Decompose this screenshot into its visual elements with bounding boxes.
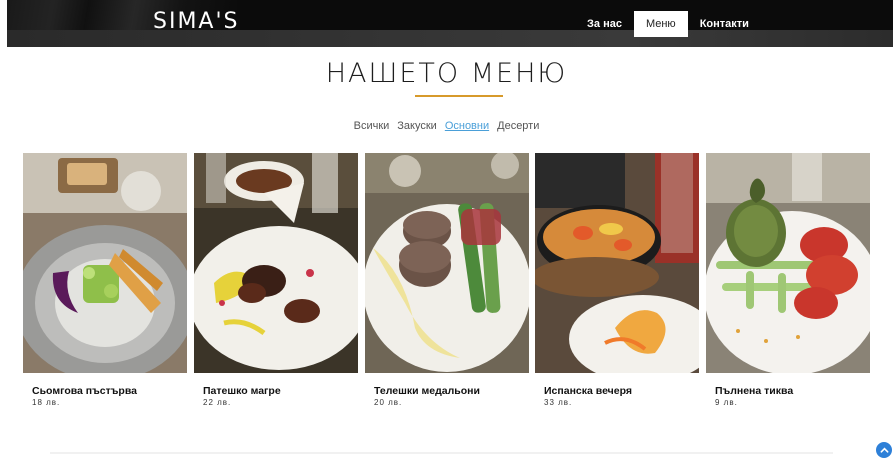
dish-photo[interactable] xyxy=(365,153,529,373)
nav-item-contacts[interactable]: Контакти xyxy=(688,11,761,37)
dish-card[interactable]: Патешко магре 22 лв. xyxy=(194,153,358,407)
brand-logo[interactable]: SIMA'S xyxy=(153,9,240,34)
dish-photo[interactable] xyxy=(706,153,870,373)
dish-name: Телешки медальони xyxy=(374,385,480,397)
dish-photo-image xyxy=(365,153,529,373)
dish-price: 9 лв. xyxy=(715,398,738,407)
nav-item-about[interactable]: За нас xyxy=(575,11,634,37)
dish-photo[interactable] xyxy=(194,153,358,373)
dish-price: 33 лв. xyxy=(544,398,573,407)
dish-photo-image xyxy=(535,153,699,373)
dish-name: Сьомгова пъстърва xyxy=(32,385,138,397)
filter-desserts[interactable]: Десерти xyxy=(497,120,539,132)
scroll-top-button[interactable] xyxy=(876,442,892,458)
filter-appetizers[interactable]: Закуски xyxy=(397,120,437,132)
dish-card[interactable]: Пълнена тиква 9 лв. xyxy=(706,153,870,407)
dish-name: Пълнена тиква xyxy=(715,385,794,397)
category-filters: Всички Закуски Основни Десерти xyxy=(0,120,893,132)
dish-card[interactable]: Испанска вечеря 33 лв. xyxy=(535,153,699,407)
nav-item-menu[interactable]: Меню xyxy=(633,11,688,37)
dish-price: 18 лв. xyxy=(32,398,61,407)
dish-card[interactable]: Сьомгова пъстърва 18 лв. xyxy=(23,153,187,407)
dish-name: Испанска вечеря xyxy=(544,385,632,397)
filter-all[interactable]: Всички xyxy=(354,120,390,132)
dish-photo[interactable] xyxy=(535,153,699,373)
dish-card[interactable]: Телешки медальони 20 лв. xyxy=(365,153,529,407)
dish-photo-image xyxy=(23,153,187,373)
filter-mains[interactable]: Основни xyxy=(445,120,489,132)
dish-photo-image xyxy=(706,153,870,373)
dish-price: 22 лв. xyxy=(203,398,232,407)
dish-name: Патешко магре xyxy=(203,385,281,397)
title-underline xyxy=(415,95,503,97)
section-divider xyxy=(50,452,833,454)
page-title: НАШЕТО МЕНЮ xyxy=(325,58,568,89)
chevron-up-icon xyxy=(880,447,888,453)
main-nav: За нас Меню Контакти xyxy=(575,11,761,37)
dish-photo-image xyxy=(194,153,358,373)
dish-photo[interactable] xyxy=(23,153,187,373)
site-header: SIMA'S За нас Меню Контакти xyxy=(7,0,893,47)
dish-price: 20 лв. xyxy=(374,398,403,407)
